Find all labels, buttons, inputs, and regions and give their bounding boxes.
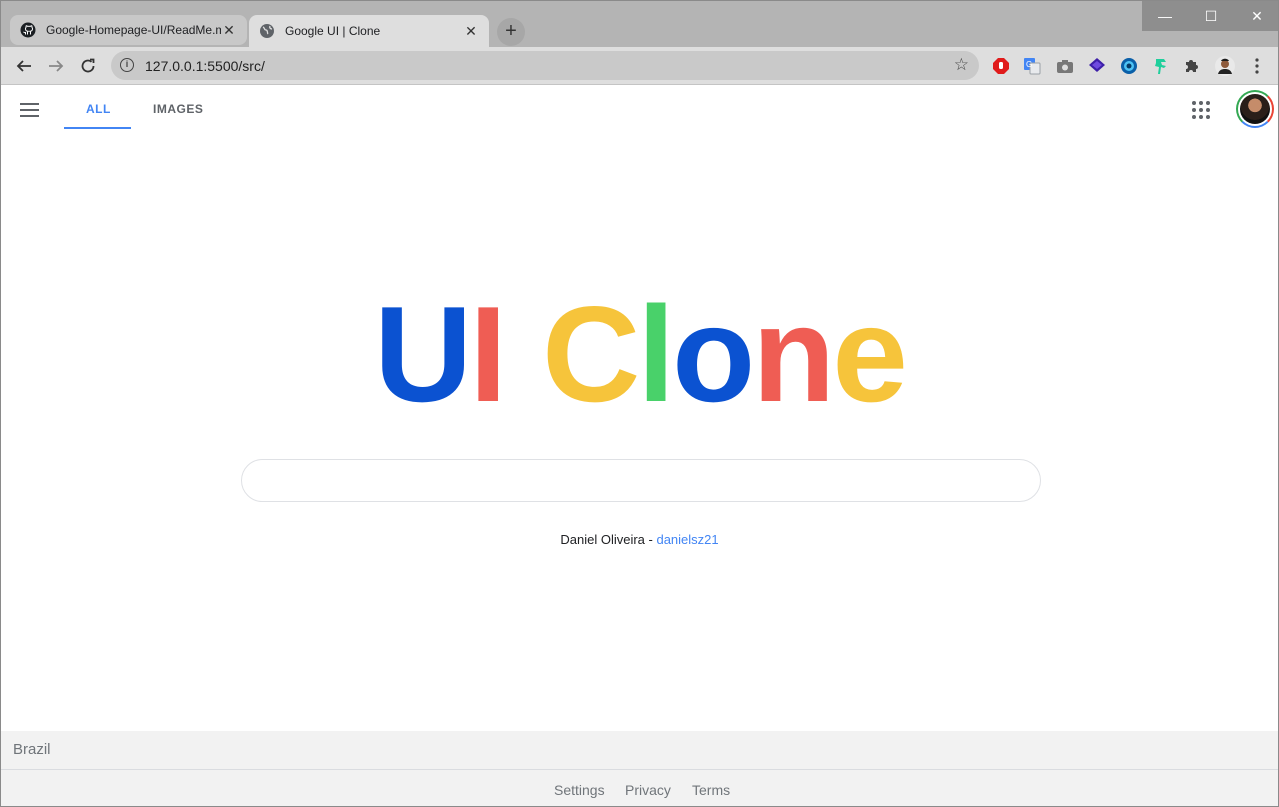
address-bar[interactable]: i 127.0.0.1:5500/src/ ☆ — [111, 51, 979, 80]
tab-readme[interactable]: Google-Homepage-UI/ReadMe.m ✕ — [10, 15, 247, 45]
forward-button[interactable] — [44, 54, 68, 78]
tab-images[interactable]: IMAGES — [153, 102, 203, 116]
menu-icon[interactable] — [1247, 56, 1267, 76]
footer-country-bar: Brazil — [1, 731, 1278, 770]
author-name: Daniel Oliveira - — [560, 532, 657, 547]
browser-window: Google-Homepage-UI/ReadMe.m ✕ Google UI … — [0, 0, 1279, 807]
search-box[interactable] — [241, 459, 1041, 502]
puzzle-icon[interactable] — [1182, 56, 1202, 76]
tab-title: Google-Homepage-UI/ReadMe.m — [46, 23, 221, 37]
apps-grid-icon[interactable] — [1192, 101, 1210, 119]
avatar-photo — [1240, 94, 1270, 124]
arrow-left-icon — [16, 60, 31, 72]
close-icon[interactable]: ✕ — [221, 22, 237, 39]
profile-icon[interactable] — [1215, 56, 1235, 76]
active-tab-indicator — [64, 127, 131, 129]
address-url: 127.0.0.1:5500/src/ — [145, 58, 265, 74]
camera-icon[interactable] — [1055, 56, 1075, 76]
arrow-right-icon — [49, 60, 64, 72]
layers-icon[interactable] — [1087, 56, 1107, 76]
hamburger-menu-icon[interactable] — [20, 103, 39, 117]
privacy-link[interactable]: Privacy — [625, 782, 671, 798]
dino-icon[interactable] — [1151, 56, 1171, 76]
logo-letter: l — [637, 278, 675, 430]
settings-link[interactable]: Settings — [554, 782, 605, 798]
logo-letter: U — [374, 278, 472, 430]
tab-all[interactable]: ALL — [86, 102, 111, 116]
logo-letter: e — [832, 278, 908, 430]
svg-text:G: G — [1026, 60, 1032, 69]
github-icon — [20, 22, 36, 38]
back-button[interactable] — [12, 54, 36, 78]
reload-button[interactable] — [76, 54, 100, 78]
adblock-icon[interactable] — [991, 56, 1011, 76]
eye-icon[interactable] — [1119, 56, 1139, 76]
logo-letter: o — [672, 278, 755, 430]
new-tab-button[interactable]: + — [497, 18, 525, 46]
globe-icon — [259, 23, 275, 39]
avatar[interactable] — [1236, 90, 1274, 128]
logo-letter: I — [469, 278, 507, 430]
translate-icon[interactable]: G — [1022, 56, 1042, 76]
bookmark-star-icon[interactable]: ☆ — [954, 55, 969, 75]
maximize-button[interactable]: ☐ — [1188, 1, 1234, 31]
window-close-button[interactable]: ✕ — [1234, 1, 1278, 31]
country-label: Brazil — [13, 741, 51, 758]
footer-links-bar: Settings Privacy Terms — [1, 770, 1278, 806]
close-icon[interactable]: ✕ — [463, 23, 479, 40]
logo: UI Clone — [1, 286, 1278, 422]
page-content: ALL IMAGES UI Clone Daniel Oliveira - dan… — [1, 86, 1278, 806]
info-icon[interactable]: i — [120, 58, 134, 72]
minimize-button[interactable]: — — [1142, 1, 1188, 31]
terms-link[interactable]: Terms — [692, 782, 730, 798]
title-bar: Google-Homepage-UI/ReadMe.m ✕ Google UI … — [1, 1, 1278, 47]
search-input[interactable] — [242, 460, 1040, 501]
browser-toolbar: i 127.0.0.1:5500/src/ ☆ G — [1, 47, 1278, 85]
logo-letter: n — [752, 278, 835, 430]
credit-line: Daniel Oliveira - danielsz21 — [1, 532, 1278, 547]
tab-title: Google UI | Clone — [285, 24, 381, 38]
author-handle-link[interactable]: danielsz21 — [656, 532, 718, 547]
logo-letter: C — [542, 278, 640, 430]
tab-google-ui-clone[interactable]: Google UI | Clone ✕ — [249, 15, 489, 47]
reload-icon — [81, 58, 95, 73]
